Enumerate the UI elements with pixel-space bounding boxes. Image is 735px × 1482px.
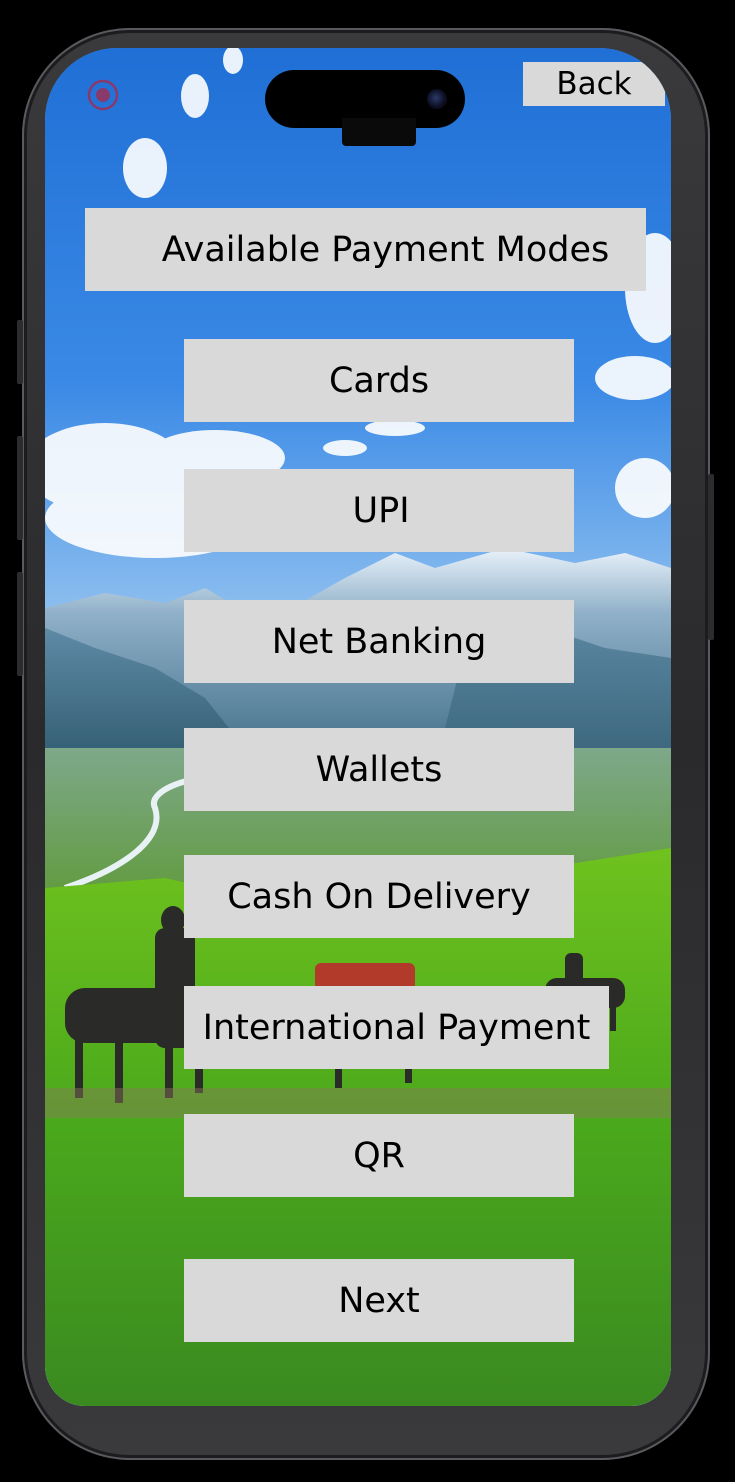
power-button <box>708 474 714 640</box>
record-icon[interactable] <box>87 79 119 111</box>
cards-button[interactable]: Cards <box>184 339 574 422</box>
volume-up-button <box>17 436 23 540</box>
page-title: Available Payment Modes <box>85 208 646 291</box>
upi-button[interactable]: UPI <box>184 469 574 552</box>
international-payment-button[interactable]: International Payment <box>184 986 609 1069</box>
camera-lens-icon <box>427 89 447 109</box>
island-notch-tab <box>342 118 416 146</box>
wallets-button[interactable]: Wallets <box>184 728 574 811</box>
back-button[interactable]: Back <box>523 62 665 106</box>
cash-on-delivery-button[interactable]: Cash On Delivery <box>184 855 574 938</box>
app-screen: Back Available Payment Modes Cards UPI N… <box>45 48 671 1406</box>
qr-button[interactable]: QR <box>184 1114 574 1197</box>
next-button[interactable]: Next <box>184 1259 574 1342</box>
net-banking-button[interactable]: Net Banking <box>184 600 574 683</box>
volume-down-button <box>17 572 23 676</box>
action-button <box>17 320 23 384</box>
